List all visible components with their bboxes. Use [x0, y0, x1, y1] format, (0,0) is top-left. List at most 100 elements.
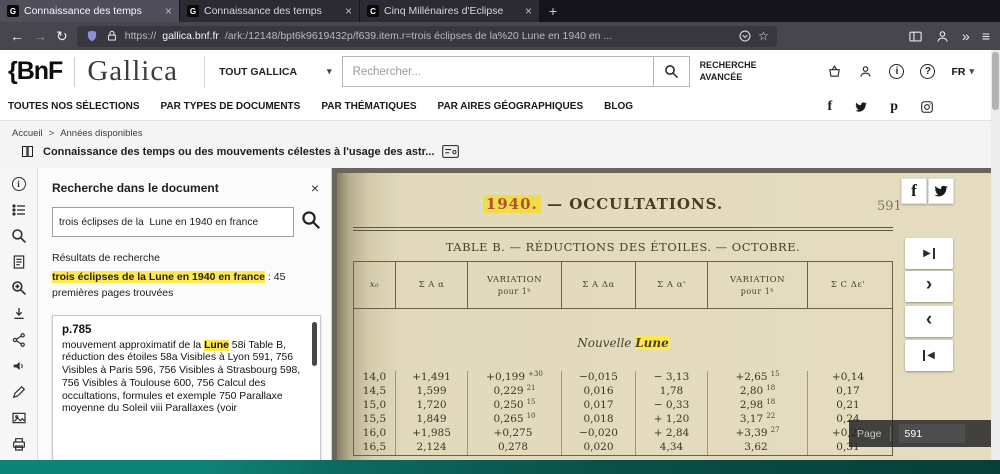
document-title[interactable]: Connaissance des temps ou des mouvements… — [43, 146, 434, 158]
clip-button[interactable] — [10, 409, 28, 426]
snippet-highlight: Lune — [204, 339, 229, 351]
site-search-input[interactable] — [341, 56, 654, 87]
result-page-ref[interactable]: p.785 — [62, 324, 304, 336]
page-number-input[interactable] — [898, 424, 965, 443]
forward-icon[interactable]: → — [33, 29, 47, 43]
next-page-button[interactable]: › — [905, 271, 953, 302]
results-scrollbar[interactable] — [312, 321, 317, 366]
document-search-button[interactable] — [301, 210, 321, 235]
document-badge-icon[interactable] — [442, 145, 460, 158]
url-scheme: https:// — [124, 30, 157, 42]
main-nav-items: TOUTES NOS SÉLECTIONS PAR TYPES DE DOCUME… — [8, 101, 633, 112]
table-cell: 2,80 18 — [708, 384, 808, 399]
account-icon[interactable] — [858, 64, 873, 79]
gallica-logo[interactable]: Gallica — [87, 55, 178, 88]
nav-item[interactable]: TOUTES NOS SÉLECTIONS — [8, 101, 140, 112]
browser-tab[interactable]: C Cinq Millénaires d'Eclipse × — [360, 0, 540, 22]
bnf-logo[interactable]: {BnF — [8, 57, 63, 86]
info-icon[interactable]: i — [889, 64, 905, 79]
document-header-zone: Accueil > Années disponibles Connaissanc… — [0, 120, 1000, 168]
new-tab-button[interactable]: + — [540, 0, 566, 22]
social-icons: f p — [828, 93, 934, 120]
nav-item[interactable]: PAR THÉMATIQUES — [321, 101, 416, 112]
advanced-search-link[interactable]: RECHERCHE AVANCÉE — [700, 60, 757, 83]
basket-icon[interactable] — [827, 64, 842, 79]
section-highlight: Lune — [635, 336, 669, 350]
previous-page-button[interactable]: ‹ — [905, 306, 953, 337]
tab-close-icon[interactable]: × — [342, 4, 352, 18]
facebook-share-button[interactable]: f — [901, 178, 927, 204]
instagram-icon[interactable] — [920, 100, 934, 114]
scanned-page[interactable]: 1940. — OCCULTATIONS. 591 TABLE B. — RÉD… — [337, 173, 991, 460]
search-result-item[interactable]: p.785 mouvement approximatif de la Lune … — [52, 314, 321, 463]
nav-item[interactable]: PAR AIRES GÉOGRAPHIQUES — [438, 101, 584, 112]
tab-close-icon[interactable]: × — [522, 4, 532, 18]
audio-button[interactable] — [10, 357, 28, 374]
twitter-share-button[interactable] — [928, 178, 954, 204]
overflow-icon[interactable]: » — [962, 29, 970, 43]
facebook-icon[interactable]: f — [828, 99, 833, 115]
last-page-button[interactable]: ▶ — [905, 238, 953, 269]
scan-heading: 1940. — OCCULTATIONS. — [353, 195, 853, 213]
first-page-button[interactable]: ◀ — [905, 340, 953, 371]
site-search-button[interactable] — [653, 56, 690, 87]
help-icon[interactable]: ? — [920, 64, 936, 79]
print-button[interactable] — [10, 435, 28, 452]
speaker-icon — [13, 361, 23, 370]
skip-start-icon: ◀ — [927, 349, 935, 361]
browser-tab[interactable]: G Connaissance des temps × — [0, 0, 180, 22]
scrollbar-thumb[interactable] — [992, 52, 999, 110]
breadcrumb-home[interactable]: Accueil — [12, 128, 43, 139]
tab-title: Connaissance des temps — [24, 5, 142, 17]
scope-selector[interactable]: TOUT GALLICA ▾ — [204, 55, 332, 88]
column-header: Σ A Δα — [582, 280, 615, 290]
table-cell: − 0,33 — [636, 399, 708, 413]
main-nav: TOUTES NOS SÉLECTIONS PAR TYPES DE DOCUME… — [0, 93, 1000, 120]
breadcrumb-current[interactable]: Années disponibles — [60, 128, 142, 139]
header-utility-icons: i ? FR ▾ — [827, 64, 974, 79]
text-mode-button[interactable] — [10, 253, 28, 270]
search-in-document-button[interactable] — [10, 227, 28, 244]
table-cell: 0,250 15 — [468, 398, 562, 413]
tab-strip: G Connaissance des temps × G Connaissance de… — [0, 0, 540, 22]
zoom-button[interactable] — [10, 279, 28, 296]
twitter-icon[interactable] — [854, 100, 868, 114]
nav-item[interactable]: BLOG — [604, 101, 633, 112]
url-bar[interactable]: https:// gallica.bnf.fr /ark:/12148/bpt6… — [76, 25, 777, 47]
table-cell: 15,5 — [354, 413, 396, 427]
sidebar-icon[interactable] — [908, 29, 923, 44]
language-selector[interactable]: FR ▾ — [951, 66, 974, 78]
table-cell: 0,278 — [468, 441, 562, 455]
page-field-label: Page — [857, 427, 882, 440]
share-button[interactable] — [10, 331, 28, 348]
column-header: VARIATION — [486, 274, 543, 285]
nav-item[interactable]: PAR TYPES DE DOCUMENTS — [161, 101, 301, 112]
info-button[interactable]: i — [10, 175, 28, 192]
back-icon[interactable]: ← — [10, 29, 24, 43]
browser-tab[interactable]: G Connaissance des temps × — [180, 0, 360, 22]
results-heading: Résultats de recherche — [52, 252, 160, 264]
table-row: 14,5 1,599 0,229 21 0,016 1,78 2,80 18 0,17 — [354, 384, 892, 399]
column-header: Σ A α — [418, 280, 445, 290]
account-icon[interactable] — [935, 29, 950, 44]
tab-close-icon[interactable]: × — [162, 4, 172, 18]
bookmark-star-icon[interactable]: ☆ — [758, 29, 769, 43]
prev-icon: ‹ — [925, 309, 933, 330]
tracking-shield-icon[interactable] — [85, 29, 99, 43]
table-cell: 3,17 22 — [708, 412, 808, 427]
annotate-button[interactable] — [10, 383, 28, 400]
contents-button[interactable] — [10, 201, 28, 218]
download-button[interactable] — [10, 305, 28, 322]
scan-page-number: 591 — [877, 199, 902, 214]
pinterest-icon[interactable]: p — [890, 99, 898, 115]
table-cell: 14,0 — [354, 371, 396, 385]
close-icon[interactable]: × — [311, 180, 319, 196]
reload-icon[interactable]: ↻ — [56, 29, 68, 43]
window-scrollbar[interactable] — [991, 50, 1000, 460]
pocket-icon[interactable] — [738, 29, 752, 43]
table-cell: +3,39 27 — [708, 426, 808, 441]
document-viewer[interactable]: 1940. — OCCULTATIONS. 591 TABLE B. — RÉD… — [332, 168, 991, 460]
document-search-input[interactable] — [52, 207, 294, 237]
menu-icon[interactable]: ≡ — [982, 29, 990, 43]
lock-icon — [107, 30, 116, 41]
